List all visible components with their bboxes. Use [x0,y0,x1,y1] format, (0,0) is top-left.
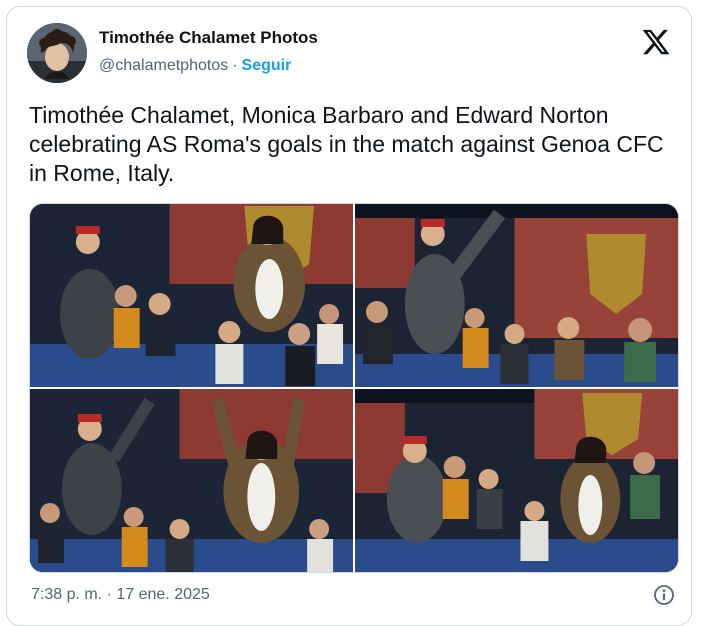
author-handle-row: @chalametphotos · Seguir [99,56,291,76]
info-icon[interactable] [653,584,675,606]
x-logo-icon[interactable] [641,27,671,57]
photo-stadium-celebration-2-icon [355,204,678,387]
tweet-timestamp[interactable]: 7:38 p. m. · 17 ene. 2025 [31,585,210,605]
separator-dot: · [232,57,238,74]
follow-button[interactable]: Seguir [242,57,292,74]
photo-stadium-celebration-3-icon [30,389,353,572]
author-handle[interactable]: @chalametphotos [99,57,228,74]
avatar-image [27,23,87,83]
photo-stadium-celebration-4-icon [355,389,678,572]
photo-4[interactable] [355,389,678,572]
tweet-text: Timothée Chalamet, Monica Barbaro and Ed… [29,102,664,186]
author-avatar[interactable] [27,23,87,83]
photo-stadium-celebration-1-icon [30,204,353,387]
author-display-name[interactable]: Timothée Chalamet Photos [99,27,318,49]
tweet-card[interactable]: Timothée Chalamet Photos @chalametphotos… [6,6,692,626]
media-grid [29,203,679,573]
photo-3[interactable] [30,389,353,572]
photo-2[interactable] [355,204,678,387]
photo-1[interactable] [30,204,353,387]
